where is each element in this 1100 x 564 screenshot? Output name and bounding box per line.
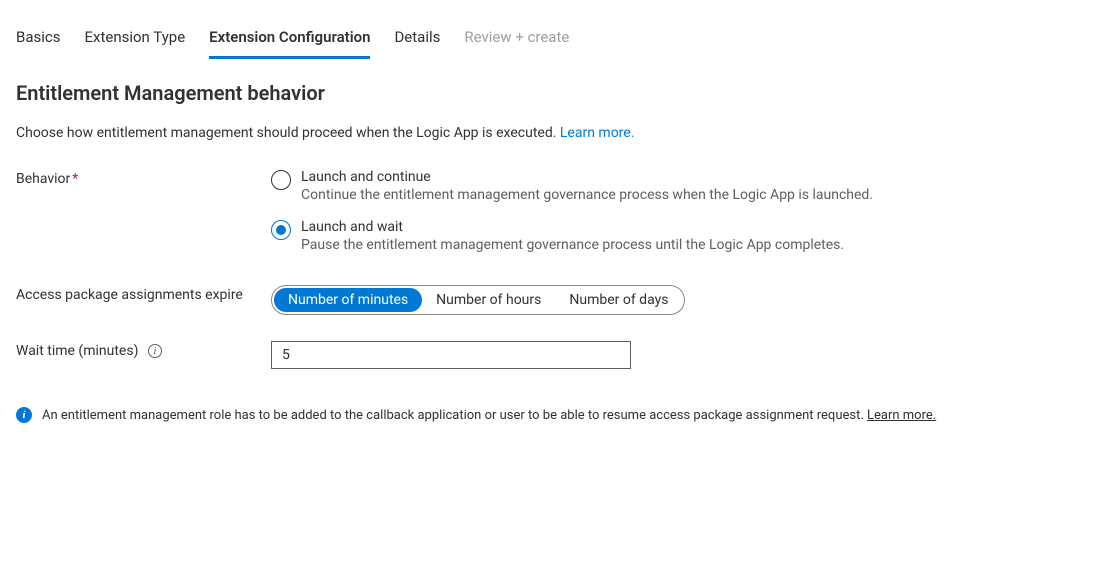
section-title: Entitlement Management behavior bbox=[16, 81, 1084, 105]
wait-time-input[interactable] bbox=[271, 341, 631, 369]
info-banner-text: An entitlement management role has to be… bbox=[42, 408, 867, 423]
radio-circle-icon bbox=[271, 220, 291, 240]
label-wait-time-text: Wait time (minutes) bbox=[16, 343, 138, 359]
section-entitlement-behavior: Entitlement Management behavior Choose h… bbox=[0, 59, 1100, 369]
radio-desc-launch-continue: Continue the entitlement management gove… bbox=[301, 187, 873, 203]
pill-hours[interactable]: Number of hours bbox=[422, 288, 555, 312]
label-expire: Access package assignments expire bbox=[16, 285, 271, 303]
tab-review-create: Review + create bbox=[464, 28, 569, 59]
radio-content: Launch and wait Pause the entitlement ma… bbox=[301, 219, 844, 253]
wait-time-control bbox=[271, 341, 1084, 369]
radio-label-launch-wait: Launch and wait bbox=[301, 219, 844, 235]
info-banner-icon: i bbox=[16, 407, 32, 423]
tab-details[interactable]: Details bbox=[394, 28, 440, 59]
radio-dot-icon bbox=[276, 225, 286, 235]
section-description: Choose how entitlement management should… bbox=[16, 125, 1084, 141]
form-row-wait-time: Wait time (minutes) i bbox=[16, 341, 1084, 369]
wizard-tabs: Basics Extension Type Extension Configur… bbox=[0, 0, 1100, 59]
behavior-radio-group: Launch and continue Continue the entitle… bbox=[271, 169, 1084, 253]
pill-days[interactable]: Number of days bbox=[555, 288, 682, 312]
description-text: Choose how entitlement management should… bbox=[16, 125, 560, 141]
radio-launch-continue[interactable]: Launch and continue Continue the entitle… bbox=[271, 169, 1084, 203]
info-banner: i An entitlement management role has to … bbox=[0, 407, 1100, 423]
learn-more-link[interactable]: Learn more. bbox=[560, 125, 635, 141]
radio-launch-wait[interactable]: Launch and wait Pause the entitlement ma… bbox=[271, 219, 1084, 253]
radio-content: Launch and continue Continue the entitle… bbox=[301, 169, 873, 203]
radio-circle-icon bbox=[271, 170, 291, 190]
label-behavior: Behavior* bbox=[16, 169, 271, 187]
info-banner-link[interactable]: Learn more. bbox=[867, 408, 936, 423]
tab-extension-type[interactable]: Extension Type bbox=[85, 28, 186, 59]
expire-control: Number of minutes Number of hours Number… bbox=[271, 285, 1084, 315]
label-behavior-text: Behavior bbox=[16, 171, 70, 187]
info-banner-text-wrap: An entitlement management role has to be… bbox=[42, 408, 936, 423]
tab-basics[interactable]: Basics bbox=[16, 28, 61, 59]
required-indicator: * bbox=[72, 171, 78, 187]
form-row-behavior: Behavior* Launch and continue Continue t… bbox=[16, 169, 1084, 253]
radio-label-launch-continue: Launch and continue bbox=[301, 169, 873, 185]
info-icon[interactable]: i bbox=[148, 344, 162, 358]
label-wait-time: Wait time (minutes) i bbox=[16, 341, 271, 359]
radio-desc-launch-wait: Pause the entitlement management governa… bbox=[301, 237, 844, 253]
tab-extension-configuration[interactable]: Extension Configuration bbox=[209, 28, 370, 59]
pill-minutes[interactable]: Number of minutes bbox=[274, 288, 422, 312]
expire-pill-group: Number of minutes Number of hours Number… bbox=[271, 285, 685, 315]
form-row-expire: Access package assignments expire Number… bbox=[16, 285, 1084, 315]
